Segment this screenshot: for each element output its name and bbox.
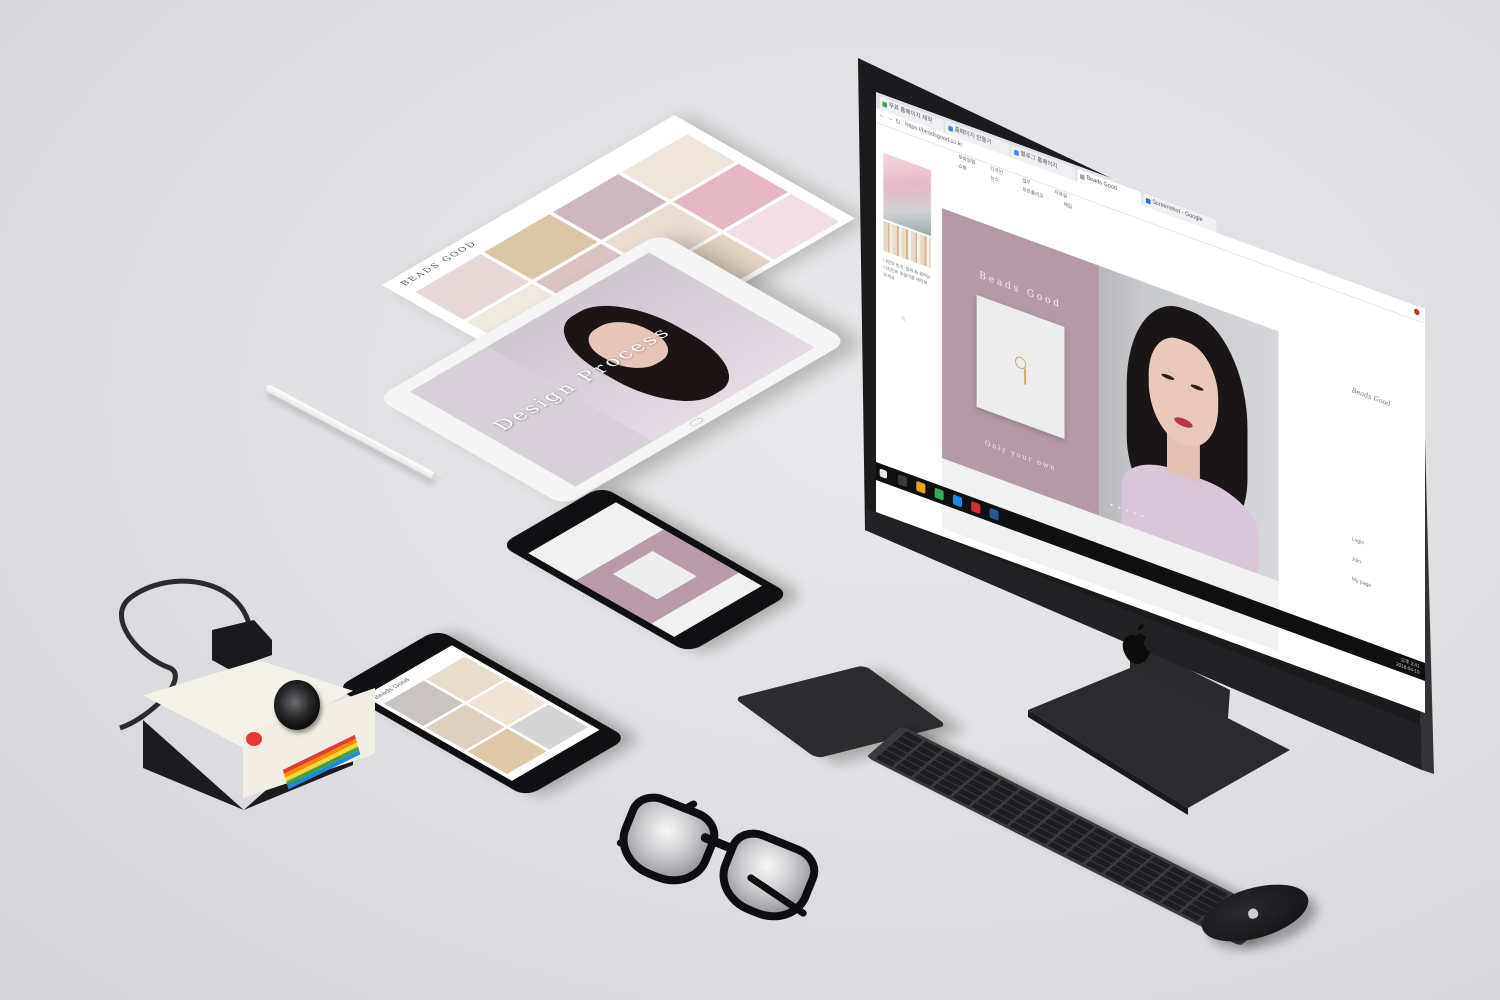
bookmark-item[interactable]: 포트폴리오: [1022, 186, 1043, 201]
folder-icon[interactable]: [916, 480, 926, 495]
app-icon[interactable]: [952, 494, 963, 508]
tab-favicon-icon: [882, 100, 887, 108]
site-right-nav: Beads Good Login Join My page: [1352, 386, 1407, 589]
chrome-icon[interactable]: [934, 487, 944, 501]
tab-favicon-icon: [1145, 197, 1151, 204]
taskbar-clock: 오후 3:41 2018-04-19: [1396, 655, 1419, 676]
nav-mypage-link[interactable]: My page: [1352, 576, 1371, 589]
back-arrow-icon[interactable]: ←: [879, 111, 885, 120]
model-eye: [1190, 383, 1204, 392]
site-logo[interactable]: Beads Good: [1352, 386, 1407, 414]
start-icon[interactable]: [879, 468, 887, 480]
camera-lens: [274, 680, 320, 730]
sunglasses: [608, 780, 832, 933]
hero-product-card[interactable]: [976, 294, 1065, 440]
site-sidebar: 나만의 반지, 팔찌 등 원하는 디자인의 주얼리를 제작해 보세요 ⌂: [883, 152, 940, 336]
earring-drop: [1024, 368, 1027, 385]
model-lips: [1174, 415, 1193, 430]
photoshop-icon[interactable]: [989, 507, 999, 521]
model-eye: [1161, 372, 1175, 382]
shutter-button: [246, 732, 262, 746]
nav-login-link[interactable]: Login: [1352, 536, 1364, 547]
tab-favicon-icon: [1014, 149, 1019, 156]
reload-icon[interactable]: ↻: [895, 117, 900, 127]
tab-favicon-icon: [948, 124, 953, 132]
opera-icon[interactable]: [971, 500, 981, 515]
bookmark-item[interactable]: 쇼핑: [958, 162, 966, 172]
browser-menu-icon[interactable]: [1414, 307, 1420, 316]
apple-logo-icon: [1246, 907, 1260, 920]
search-icon[interactable]: [897, 474, 908, 488]
nav-join-link[interactable]: Join: [1352, 556, 1361, 565]
tab-favicon-icon: [1080, 173, 1085, 180]
bookmark-item[interactable]: 메일: [1064, 201, 1072, 211]
forward-arrow-icon[interactable]: →: [887, 114, 893, 123]
bookmark-item[interactable]: 뉴스: [990, 174, 998, 184]
home-icon[interactable]: ⌂: [902, 314, 940, 335]
glasses-lens: [708, 821, 826, 933]
